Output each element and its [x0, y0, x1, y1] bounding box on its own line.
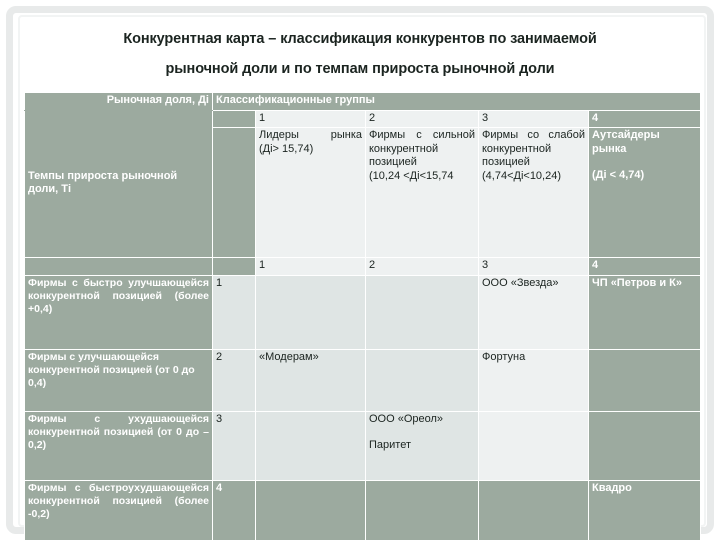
- cell-r2-c3: Фортуна: [478, 348, 589, 412]
- row-number-1: 1: [212, 274, 256, 350]
- column-number-3: 3: [478, 109, 589, 128]
- table-row: Фирмы с улучшающейся конкурентной позици…: [24, 348, 702, 412]
- column-header-1: Лидеры рынка (Дi> 15,74): [255, 127, 366, 258]
- column-header-3-name: Фирмы со слабой конкурентной позицией: [482, 129, 585, 168]
- strip-number-4: 4: [587, 257, 702, 276]
- column-header-2: Фирмы с сильной конкурентной позицией (1…: [365, 127, 479, 258]
- cell-r2-c1: «Модерам»: [255, 348, 366, 412]
- corner-label: Рыночная доля, Дi: [24, 92, 213, 111]
- cell-r3-c2: ООО «Ореол» Паритет: [365, 410, 479, 481]
- cell-r4-c2: [365, 479, 479, 540]
- column-header-3-range: (4,74<Дi<10,24): [482, 169, 562, 182]
- cell-r3-c1: [255, 410, 366, 481]
- blank-corner-cell: [212, 109, 256, 128]
- column-header-4-name: Аутсайдеры рынка: [592, 129, 660, 155]
- strip-number-3: 3: [478, 257, 589, 276]
- table-row-group-header: Рыночная доля, Дi Классификационные груп…: [24, 92, 702, 111]
- cell-r3-c4: [587, 410, 702, 481]
- cell-r4-c3: [478, 479, 589, 540]
- column-header-2-name: Фирмы с сильной конкурентной позицией: [369, 129, 475, 168]
- blank-corner-cell-2: [212, 127, 256, 258]
- column-header-3: Фирмы со слабой конкурентной позицией (4…: [478, 127, 589, 258]
- strip-number-1: 1: [255, 257, 366, 276]
- table-row: Фирмы с быстроухудшающейся конкурентной …: [24, 479, 702, 540]
- slide-canvas: Конкурентная карта – классификация конку…: [0, 0, 720, 540]
- cell-r1-c4: ЧП «Петров и К»: [587, 274, 702, 350]
- cell-r4-c1: [255, 479, 366, 540]
- column-header-1-range: (Дi> 15,74): [259, 142, 314, 155]
- cell-r2-c4: [587, 348, 702, 412]
- table-row-number-strip: 1 2 3 4: [24, 257, 702, 276]
- page-title: Конкурентная карта – классификация конку…: [30, 24, 690, 84]
- row-number-4: 4: [212, 479, 256, 540]
- axis-label-text: Темпы прироста рыночной доли, Тi: [28, 169, 178, 196]
- column-header-2-range: (10,24 <Дi<15,74: [369, 169, 454, 182]
- row-label-4: Фирмы с быстроухудшающейся конкурентной …: [24, 479, 213, 540]
- column-header-4-range: (Дi < 4,74): [592, 169, 645, 181]
- page-title-line-2: рыночной доли и по темпам прироста рыноч…: [165, 61, 555, 77]
- column-header-4: Аутсайдеры рынка (Дi < 4,74): [587, 127, 702, 258]
- table-row: Фирмы с быстро улучшающейся конкурентной…: [24, 274, 702, 350]
- cell-r1-c2: [365, 274, 479, 350]
- strip-blank-left: [24, 257, 213, 276]
- cell-r3-c3: [478, 410, 589, 481]
- strip-blank-num: [212, 257, 256, 276]
- column-number-1: 1: [255, 109, 366, 128]
- cell-r1-c1: [255, 274, 366, 350]
- row-label-2: Фирмы с улучшающейся конкурентной позици…: [24, 348, 213, 412]
- competitive-map-table: Рыночная доля, Дi Классификационные груп…: [24, 92, 702, 540]
- table-row-column-numbers: Темпы прироста рыночной доли, Тi 1 2 3 4: [24, 109, 702, 258]
- classification-groups-header: Классификационные группы: [211, 92, 702, 111]
- row-label-1: Фирмы с быстро улучшающейся конкурентной…: [24, 274, 213, 350]
- axis-label-cell: Темпы прироста рыночной доли, Тi: [24, 109, 213, 258]
- row-number-2: 2: [212, 348, 256, 412]
- cell-r1-c3: ООО «Звезда»: [478, 274, 589, 350]
- column-number-4: 4: [587, 109, 702, 128]
- cell-r3-c2-line1: ООО «Ореол»: [369, 412, 444, 425]
- row-number-3: 3: [212, 410, 256, 481]
- row-label-3: Фирмы с ухудшающейся конкурентной позици…: [24, 410, 213, 481]
- strip-number-2: 2: [365, 257, 479, 276]
- cell-r2-c2: [365, 348, 479, 412]
- cell-r3-c2-line2: Паритет: [369, 439, 411, 451]
- page-title-line-1: Конкурентная карта – классификация конку…: [123, 31, 597, 47]
- column-header-1-name: Лидеры рынка: [259, 129, 362, 141]
- cell-r4-c4: Квадро: [587, 479, 702, 540]
- column-number-2: 2: [365, 109, 479, 128]
- table-row: Фирмы с ухудшающейся конкурентной позици…: [24, 410, 702, 481]
